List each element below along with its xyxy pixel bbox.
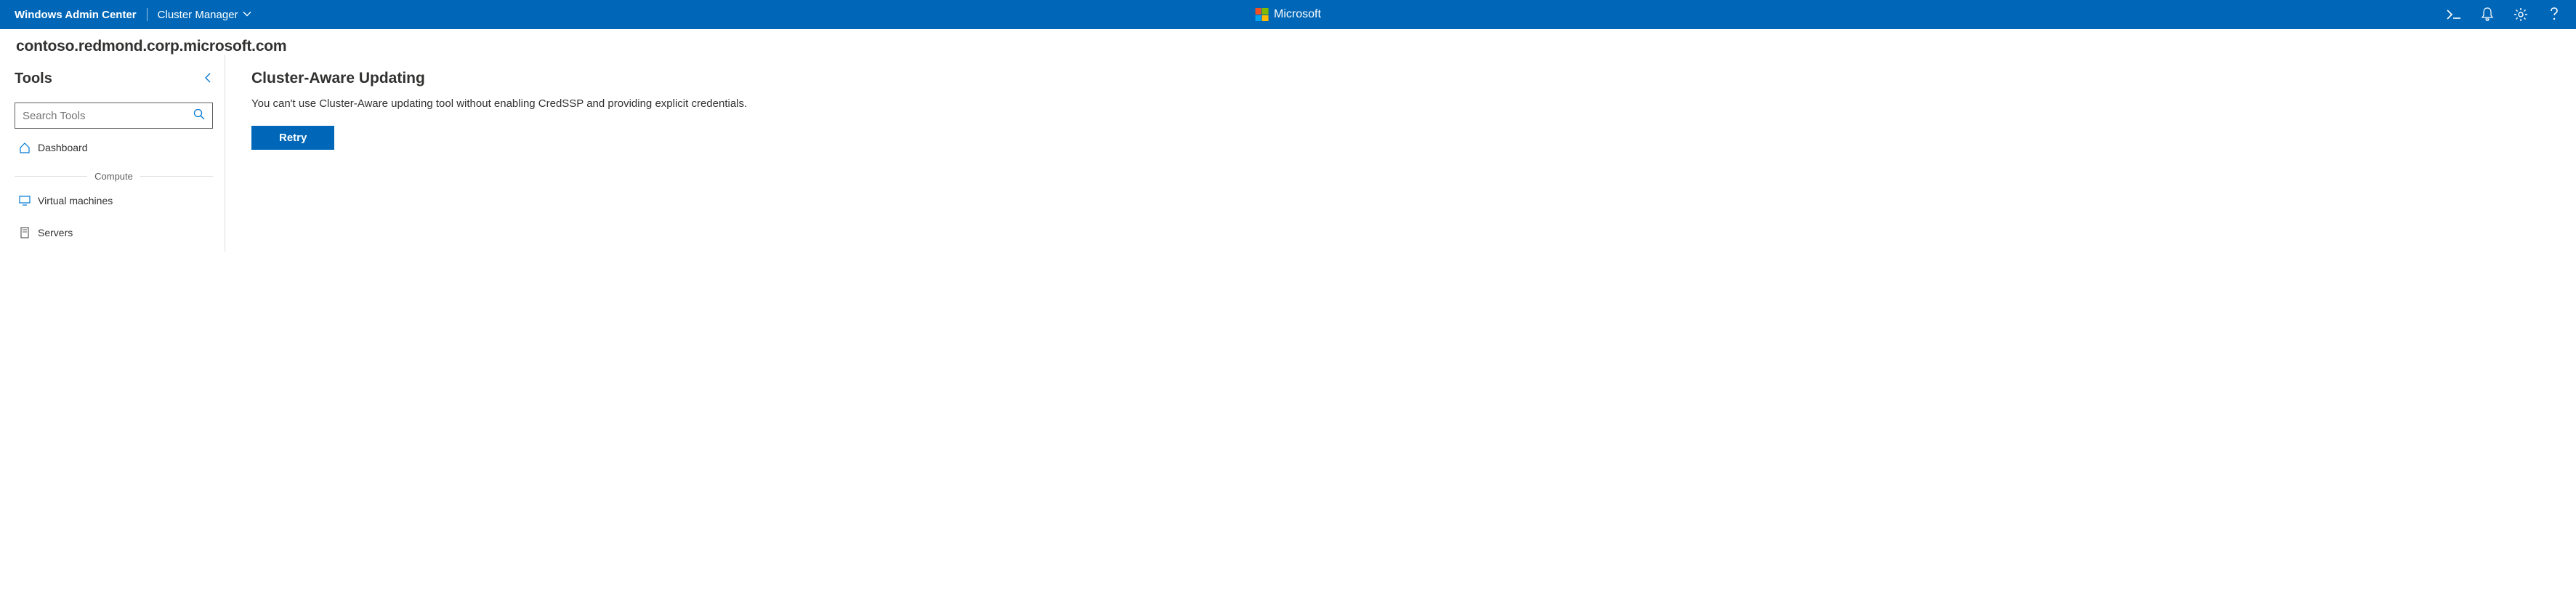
sidebar-item-label: Dashboard [38,142,88,153]
help-icon[interactable] [2547,7,2561,22]
chevron-left-icon [203,73,213,83]
main-content: Cluster-Aware Updating You can't use Clu… [225,55,2576,252]
sidebar-item-dashboard[interactable]: Dashboard [15,135,225,161]
page-title: Cluster-Aware Updating [251,70,2550,87]
brand-label: Windows Admin Center [15,9,137,21]
home-icon [19,142,31,153]
top-bar-left: Windows Admin Center Cluster Manager [15,8,251,21]
collapse-sidebar-button[interactable] [200,68,216,89]
top-bar: Windows Admin Center Cluster Manager Mic… [0,0,2576,29]
divider [147,8,148,21]
microsoft-label: Microsoft [1274,8,1321,21]
top-bar-center: Microsoft [1255,8,1321,21]
sidebar-item-virtual-machines[interactable]: Virtual machines [15,188,225,214]
retry-button[interactable]: Retry [251,126,334,150]
microsoft-logo-icon [1255,8,1268,21]
sidebar-item-label: Servers [38,227,73,238]
search-tools[interactable] [15,103,213,129]
tools-title: Tools [15,71,52,87]
error-message: You can't use Cluster-Aware updating too… [251,97,2550,110]
chevron-down-icon [243,9,251,21]
sidebar-item-label: Virtual machines [38,195,113,206]
bell-icon[interactable] [2480,7,2495,22]
section-compute: Compute [15,171,213,182]
server-icon [19,227,31,238]
context-label: Cluster Manager [158,9,238,21]
gear-icon[interactable] [2514,7,2528,22]
context-switcher[interactable]: Cluster Manager [158,9,251,21]
top-bar-right [2447,7,2561,22]
sidebar-item-servers[interactable]: Servers [15,220,225,246]
monitor-icon [19,195,31,206]
host-name: contoso.redmond.corp.microsoft.com [0,29,2576,55]
search-input[interactable] [23,110,193,122]
search-icon [193,108,205,124]
console-icon[interactable] [2447,7,2461,22]
sidebar: Tools Dashboard Compute Virtual machines [0,55,225,252]
